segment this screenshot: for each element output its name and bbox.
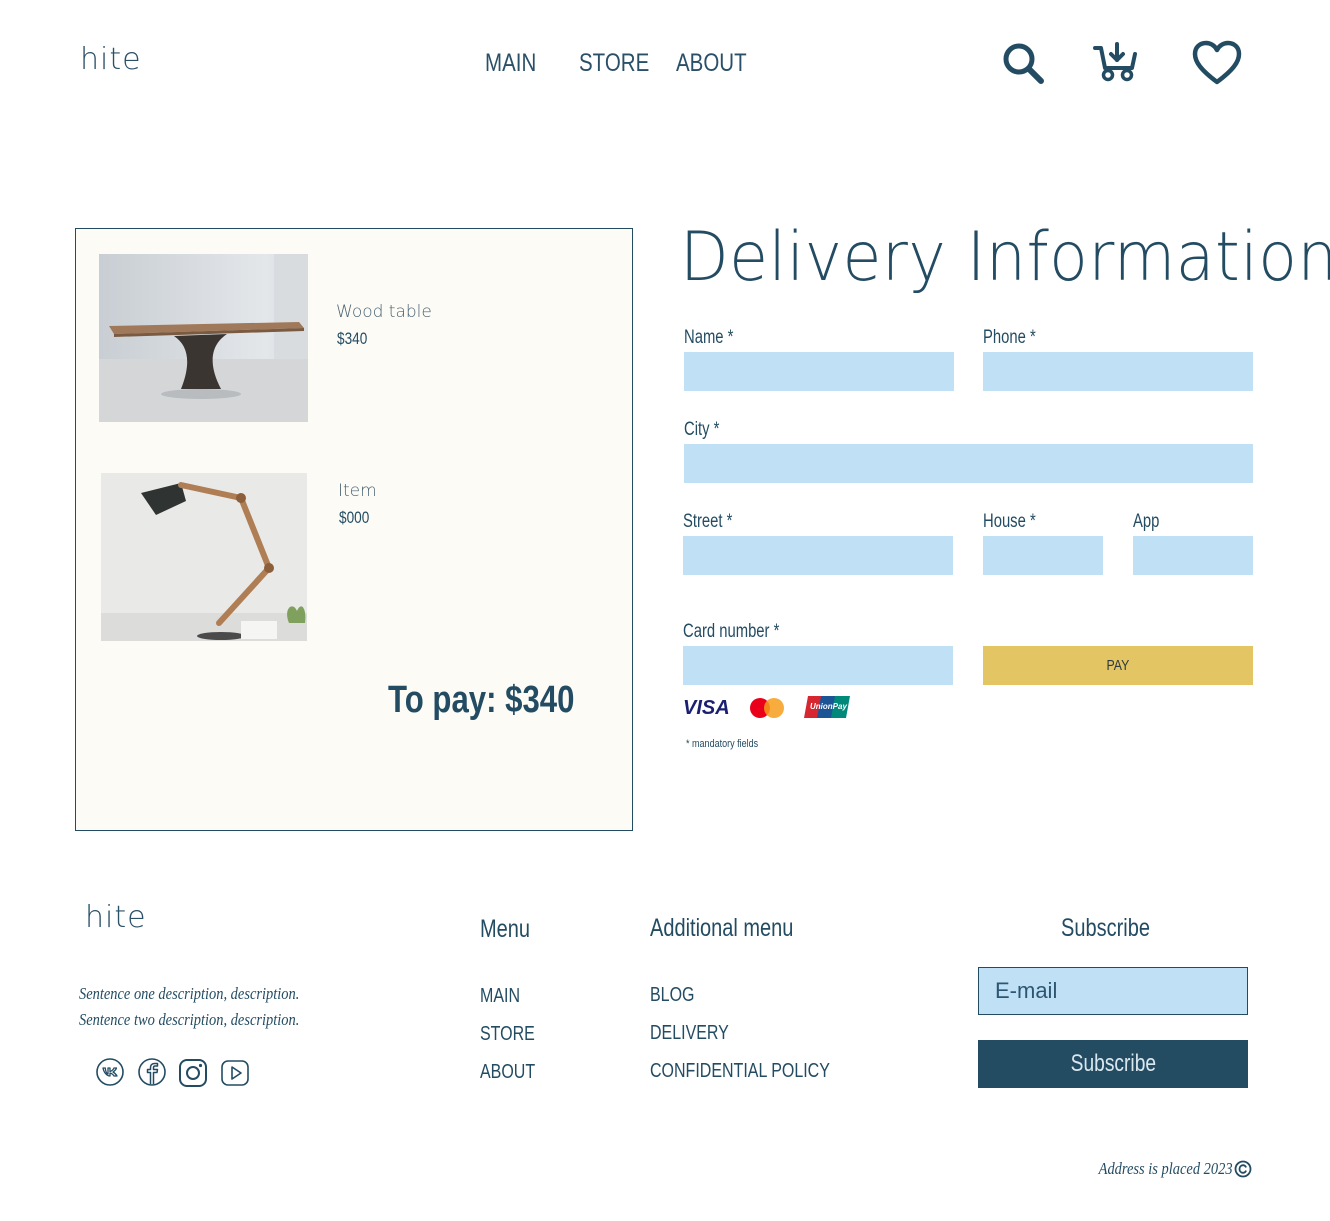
svg-text:UnionPay: UnionPay [810, 702, 847, 711]
footer-link-about[interactable]: ABOUT [480, 1061, 535, 1084]
subscribe-button-label: Subscribe [1070, 1050, 1156, 1077]
house-field[interactable] [983, 536, 1103, 575]
product-image-wood-table[interactable] [99, 254, 308, 422]
nav-main[interactable]: MAIN [485, 49, 536, 78]
footer-link-delivery[interactable]: DELIVERY [650, 1022, 729, 1045]
phone-field[interactable] [983, 352, 1253, 391]
product-name[interactable]: Wood table [336, 302, 432, 322]
subscribe-heading: Subscribe [1061, 914, 1150, 942]
to-pay-total: To pay: $340 [388, 679, 575, 721]
svg-text:VISA: VISA [683, 697, 730, 718]
city-label: City * [684, 419, 720, 440]
email-input[interactable] [978, 967, 1248, 1015]
footer-logo[interactable]: hite [85, 900, 147, 935]
pay-button-label: PAY [1106, 657, 1130, 674]
footer-description-line: Sentence two description, description. [79, 1010, 300, 1029]
search-icon[interactable] [997, 38, 1049, 90]
header-logo[interactable]: hite [80, 42, 142, 77]
product-image-lamp[interactable] [101, 473, 307, 641]
name-field[interactable] [684, 352, 954, 391]
product-price: $340 [337, 329, 368, 348]
name-label: Name * [684, 327, 734, 348]
mastercard-icon [750, 698, 784, 718]
page-title: Delivery Information [680, 218, 1330, 297]
app-label: App [1133, 511, 1160, 532]
phone-label: Phone * [983, 327, 1036, 348]
product-name[interactable]: Item [338, 481, 377, 501]
nav-about[interactable]: ABOUT [676, 49, 747, 78]
street-label: Street * [683, 511, 733, 532]
card-number-field[interactable] [683, 646, 953, 685]
facebook-icon[interactable] [137, 1057, 167, 1087]
footer-additional-heading: Additional menu [650, 914, 794, 942]
cart-icon[interactable] [1090, 40, 1142, 92]
copyright-icon [1234, 1160, 1252, 1178]
mandatory-note: * mandatory fields [686, 738, 759, 750]
footer-menu-heading: Menu [480, 915, 531, 943]
footer-link-confidential-policy[interactable]: CONFIDENTIAL POLICY [650, 1060, 830, 1083]
heart-icon[interactable] [1191, 38, 1243, 90]
product-price: $000 [339, 508, 370, 527]
instagram-icon[interactable] [178, 1058, 208, 1088]
vk-icon[interactable] [95, 1057, 125, 1087]
subscribe-button[interactable]: Subscribe [978, 1040, 1248, 1088]
copyright: Address is placed 2023 [1075, 1159, 1252, 1179]
footer-link-store[interactable]: STORE [480, 1023, 535, 1046]
unionpay-icon: UnionPay [804, 696, 850, 718]
footer-description-line: Sentence one description, description. [79, 984, 300, 1003]
address-text: Address is placed 2023 [1099, 1159, 1233, 1178]
youtube-icon[interactable] [220, 1058, 250, 1088]
footer-link-blog[interactable]: BLOG [650, 984, 694, 1007]
visa-icon: VISA [683, 697, 730, 718]
nav-store[interactable]: STORE [579, 49, 649, 78]
house-label: House * [983, 511, 1036, 532]
app-field[interactable] [1133, 536, 1253, 575]
street-field[interactable] [683, 536, 953, 575]
pay-button[interactable]: PAY [983, 646, 1253, 685]
city-field[interactable] [684, 444, 1253, 483]
order-summary: Wood table $340 Item $000 To pay: $340 [75, 228, 633, 831]
card-number-label: Card number * [683, 621, 780, 642]
footer-link-main[interactable]: MAIN [480, 985, 520, 1008]
